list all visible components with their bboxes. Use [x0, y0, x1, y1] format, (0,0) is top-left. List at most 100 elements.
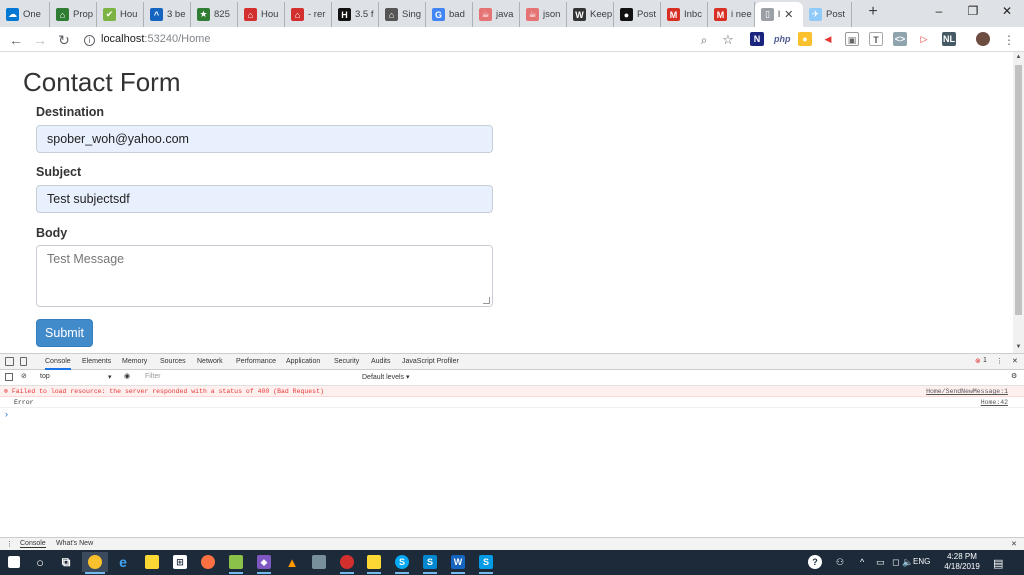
cortana-icon[interactable]: ○	[30, 552, 50, 572]
chrome-taskbar-icon[interactable]	[82, 552, 108, 574]
context-dropdown-icon[interactable]: ▾	[108, 373, 112, 381]
minimize-button[interactable]: –	[922, 0, 956, 22]
tab-close-icon[interactable]: ✕	[784, 8, 793, 21]
drawer-close-icon[interactable]: ✕	[1011, 540, 1017, 548]
close-window-button[interactable]: ✕	[990, 0, 1024, 22]
tab[interactable]: ✔ Hou	[97, 2, 144, 27]
devtools-tab-application[interactable]: Application	[286, 354, 320, 370]
console-filter-input[interactable]: Filter	[140, 371, 358, 383]
inspect-element-icon[interactable]	[5, 357, 14, 366]
battery-icon[interactable]: ▭	[876, 557, 885, 568]
notion-extension-icon[interactable]: N	[750, 32, 764, 46]
tab[interactable]: W Keep	[567, 2, 614, 27]
error-badge-icon[interactable]: ⊗	[975, 357, 981, 365]
tab[interactable]: Mi nee	[708, 2, 755, 27]
word-icon[interactable]: W	[448, 552, 468, 574]
tab[interactable]: ^ 3 be	[144, 2, 191, 27]
people-icon[interactable]: ⚇	[836, 557, 844, 568]
tray-chevron-icon[interactable]: ^	[860, 557, 864, 567]
console-prompt[interactable]: ›	[5, 409, 8, 419]
page-scrollbar[interactable]: ▲ ▼	[1013, 52, 1024, 353]
zoom-icon[interactable]: ⌕	[695, 31, 713, 49]
resize-grip-icon[interactable]	[483, 297, 490, 304]
log-levels-select[interactable]: Default levels ▾	[362, 373, 409, 381]
device-toolbar-icon[interactable]	[20, 357, 27, 366]
file-explorer-icon[interactable]	[142, 552, 162, 572]
eye-icon[interactable]: ◉	[124, 372, 130, 380]
address-bar[interactable]: i localhost:53240/Home	[84, 30, 744, 49]
mirror-app-icon[interactable]	[226, 552, 246, 574]
devtools-tab-network[interactable]: Network	[197, 354, 223, 370]
body-textarea[interactable]: Test Message	[36, 245, 493, 307]
devtools-tab-console[interactable]: Console	[45, 354, 71, 370]
language-indicator[interactable]: ENG	[913, 557, 930, 566]
bookmark-star-icon[interactable]: ☆	[719, 31, 737, 49]
drawer-tab-whats-new[interactable]: What's New	[56, 540, 93, 547]
megaphone-extension-icon[interactable]: ◀	[821, 32, 835, 46]
menu-kebab-icon[interactable]: ⋮	[1000, 31, 1018, 49]
help-icon[interactable]: ?	[808, 555, 822, 569]
code-extension-icon[interactable]: <>	[893, 32, 907, 46]
opera-icon[interactable]	[337, 552, 357, 574]
nl-extension-icon[interactable]: NL	[942, 32, 956, 46]
task-view-icon[interactable]: ⧉	[56, 552, 76, 572]
devtools-tab-audits[interactable]: Audits	[371, 354, 390, 370]
devtools-tab-elements[interactable]: Elements	[82, 354, 111, 370]
tab[interactable]: M Inbc	[661, 2, 708, 27]
submit-button[interactable]: Submit	[36, 319, 93, 347]
visual-studio-icon[interactable]: ◆	[254, 552, 274, 574]
forward-icon[interactable]: →	[31, 31, 49, 49]
sidebar-toggle-icon[interactable]	[5, 373, 13, 381]
volume-icon[interactable]: 🔈	[902, 557, 913, 568]
tab[interactable]: ☁ One	[0, 2, 50, 27]
play-extension-icon[interactable]: ▷	[917, 32, 931, 46]
vlc-icon[interactable]: ▲	[282, 552, 302, 572]
start-windows-icon[interactable]	[4, 552, 24, 572]
tab[interactable]: ⌂ Prop	[50, 2, 97, 27]
skype-icon[interactable]: S	[392, 552, 412, 574]
devtools-tab-performance[interactable]: Performance	[236, 354, 276, 370]
new-tab-button[interactable]: +	[864, 3, 882, 21]
action-center-icon[interactable]: ▤	[993, 557, 1003, 570]
sticky-notes-icon[interactable]	[364, 552, 384, 574]
edge-icon[interactable]: e	[113, 552, 133, 572]
network-icon[interactable]: ◻	[892, 557, 899, 568]
log-source-link[interactable]: Home:42	[981, 397, 1008, 408]
back-icon[interactable]: ←	[7, 31, 25, 49]
drawer-menu-icon[interactable]: ⋮	[6, 540, 13, 548]
console-settings-icon[interactable]: ⚙	[1011, 372, 1017, 380]
photos-icon[interactable]	[309, 552, 329, 572]
devtools-tab-sources[interactable]: Sources	[160, 354, 186, 370]
tab[interactable]: ⌂ Sing	[379, 2, 426, 27]
colorpicker-extension-icon[interactable]: ●	[798, 32, 812, 46]
firefox-icon[interactable]	[198, 552, 218, 572]
scroll-up-icon[interactable]: ▲	[1013, 52, 1024, 63]
clock[interactable]: 4:28 PM 4/18/2019	[935, 552, 989, 572]
skype-alt-icon[interactable]: S	[476, 552, 496, 574]
subject-input[interactable]: Test subjectsdf	[36, 185, 493, 213]
screenshot-extension-icon[interactable]: ▣	[845, 32, 859, 46]
drawer-tab-console[interactable]: Console	[20, 540, 46, 548]
tab[interactable]: ● Post	[614, 2, 661, 27]
tab[interactable]: ⌂ Hou	[238, 2, 285, 27]
scroll-down-icon[interactable]: ▼	[1013, 342, 1024, 353]
reload-icon[interactable]: ↻	[55, 31, 73, 49]
devtools-tab-js-profiler[interactable]: JavaScript Profiler	[402, 354, 459, 370]
restore-button[interactable]: ❐	[956, 0, 990, 22]
destination-input[interactable]: spober_woh@yahoo.com	[36, 125, 493, 153]
skype-business-icon[interactable]: S	[420, 552, 440, 574]
tab[interactable]: ⌂ - rer	[285, 2, 332, 27]
context-select[interactable]: top	[40, 373, 50, 380]
store-icon[interactable]: ⊞	[170, 552, 190, 572]
devtools-menu-icon[interactable]: ⋮	[996, 357, 1003, 365]
php-extension-icon[interactable]: php	[774, 32, 791, 46]
clear-console-icon[interactable]: ⊘	[21, 372, 27, 380]
tab[interactable]: Gbad	[426, 2, 473, 27]
tab-active[interactable]: ▯ l ✕	[755, 2, 803, 27]
error-source-link[interactable]: Home/SendNewMessage:1	[926, 386, 1008, 397]
tab[interactable]: H 3.5 f	[332, 2, 379, 27]
devtools-close-icon[interactable]: ✕	[1012, 357, 1018, 365]
scroll-thumb[interactable]	[1015, 65, 1022, 315]
tab[interactable]: ✈ Post	[803, 2, 852, 27]
tab[interactable]: ☕ json	[520, 2, 567, 27]
